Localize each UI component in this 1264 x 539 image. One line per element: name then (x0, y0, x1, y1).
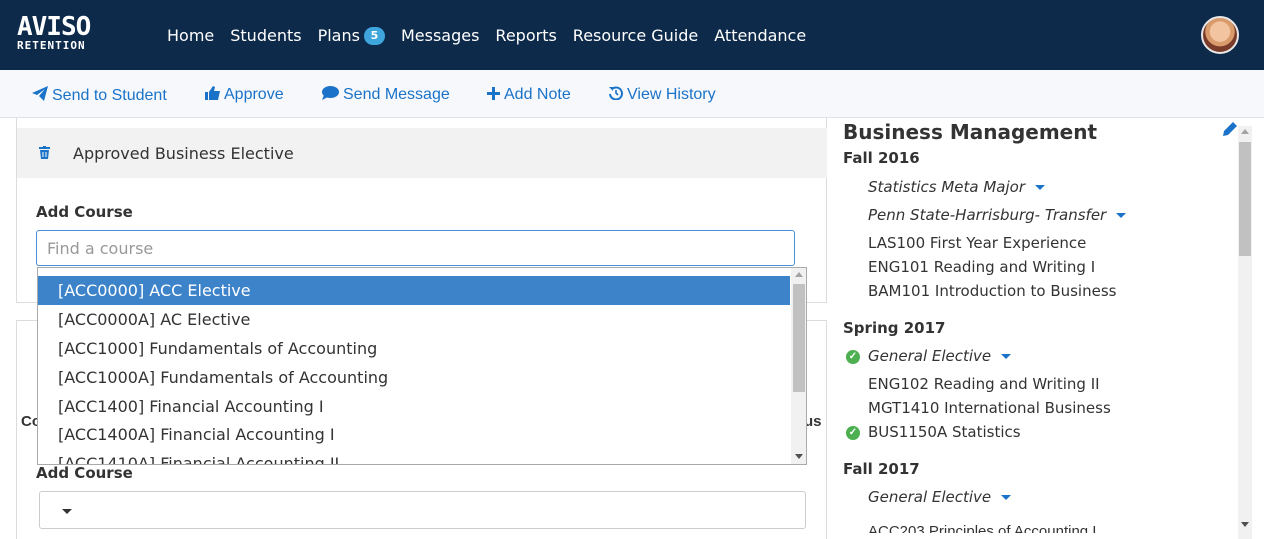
plan-item-general-elective[interactable]: General Elective (868, 347, 1012, 365)
scroll-down-icon[interactable] (795, 454, 803, 459)
main-nav: Home Students Plans 5 Messages Reports Re… (167, 26, 822, 45)
nav-plans[interactable]: Plans 5 (318, 26, 385, 45)
course-dropdown: [ACC0000] ACC Elective [ACC0000A] AC Ele… (37, 267, 807, 465)
term-heading: Spring 2017 (843, 319, 946, 337)
plan-item: MGT1410 International Business (868, 399, 1111, 417)
approve-button[interactable]: Approve (205, 86, 284, 104)
course-search-input[interactable]: Find a course (36, 230, 795, 266)
check-circle-icon: ✓ (846, 350, 860, 364)
plan-item-label: General Elective (868, 488, 992, 506)
trash-icon[interactable] (39, 146, 52, 160)
plan-item-meta-major[interactable]: Statistics Meta Major (868, 178, 1045, 196)
thumbs-up-icon (205, 86, 220, 104)
approve-label: Approve (224, 86, 284, 103)
add-course-select[interactable] (39, 491, 806, 529)
dropdown-option[interactable]: [ACC0000] ACC Elective (38, 276, 790, 305)
plan-item-general-elective-2[interactable]: General Elective (868, 488, 1012, 506)
scroll-down-icon[interactable] (1241, 522, 1249, 527)
dropdown-option[interactable]: [ACC1400] Financial Accounting I (38, 392, 790, 421)
history-icon (609, 86, 623, 104)
plan-item: BUS1150A Statistics (868, 423, 1021, 441)
plan-item-label: General Elective (868, 347, 992, 365)
dropdown-option[interactable]: [ACC0000A] AC Elective (38, 305, 790, 334)
dropdown-scrollbar[interactable] (791, 268, 806, 464)
caret-down-icon[interactable] (1001, 354, 1012, 359)
add-course-label-2: Add Course (36, 464, 133, 482)
paper-plane-icon (32, 86, 48, 105)
top-navbar: AVISO RETENTION Home Students Plans 5 Mes… (0, 0, 1264, 70)
add-course-label: Add Course (36, 203, 133, 221)
term-heading: Fall 2017 (843, 460, 920, 478)
nav-plans-label: Plans (317, 26, 360, 45)
plans-count-badge: 5 (363, 26, 385, 45)
plan-item: LAS100 First Year Experience (868, 234, 1087, 252)
plus-icon (487, 86, 500, 104)
nav-home[interactable]: Home (167, 26, 214, 45)
scroll-up-icon[interactable] (795, 272, 803, 277)
scroll-up-icon[interactable] (1241, 129, 1249, 134)
send-to-student-label: Send to Student (52, 86, 167, 104)
check-circle-icon: ✓ (846, 426, 860, 440)
plan-item: ENG102 Reading and Writing II (868, 375, 1100, 393)
plan-item: BAM101 Introduction to Business (868, 282, 1117, 300)
send-message-label: Send Message (343, 86, 450, 103)
dropdown-option[interactable]: [ACC1000] Fundamentals of Accounting (38, 334, 790, 363)
nav-messages[interactable]: Messages (401, 26, 479, 45)
course-row: Approved Business Elective (17, 128, 827, 178)
dropdown-option[interactable]: [ACC1410A] Financial Accounting II (38, 449, 790, 464)
dropdown-option[interactable]: [ACC1400A] Financial Accounting I (38, 420, 790, 449)
chevron-down-icon (62, 509, 72, 514)
nav-resource-guide[interactable]: Resource Guide (573, 26, 698, 45)
plan-item-label: Penn State-Harrisburg- Transfer (868, 206, 1107, 224)
pencil-icon[interactable] (1223, 122, 1237, 141)
send-to-student-button[interactable]: Send to Student (32, 86, 167, 105)
logo-line1: AVISO (17, 12, 91, 42)
plan-item-label: Statistics Meta Major (868, 178, 1025, 196)
plan-summary-panel: Business Management Fall 2016 Statistics… (828, 118, 1264, 539)
scrollbar-thumb[interactable] (1239, 142, 1251, 256)
nav-attendance[interactable]: Attendance (714, 26, 806, 45)
term-heading: Fall 2016 (843, 149, 920, 167)
dropdown-option[interactable]: [ACC1000A] Fundamentals of Accounting (38, 363, 790, 392)
course-name: Approved Business Elective (73, 143, 294, 163)
logo-line2: RETENTION (17, 39, 86, 52)
send-message-button[interactable]: Send Message (322, 86, 450, 104)
view-history-label: View History (627, 86, 716, 103)
speech-bubble-icon (322, 86, 339, 104)
nav-reports[interactable]: Reports (495, 26, 556, 45)
major-title: Business Management (843, 120, 1098, 144)
plan-item-transfer[interactable]: Penn State-Harrisburg- Transfer (868, 206, 1127, 224)
scrollbar-thumb[interactable] (793, 284, 805, 392)
user-avatar[interactable] (1201, 16, 1239, 54)
caret-down-icon[interactable] (1035, 185, 1045, 190)
view-history-button[interactable]: View History (609, 86, 716, 104)
nav-students[interactable]: Students (230, 26, 301, 45)
aviso-logo[interactable]: AVISO RETENTION (17, 12, 91, 52)
panel-scrollbar[interactable] (1238, 126, 1252, 539)
plan-item: ACC203 Principles of Accounting I (868, 523, 1097, 533)
add-note-button[interactable]: Add Note (487, 86, 571, 104)
caret-down-icon[interactable] (1001, 495, 1012, 500)
caret-down-icon[interactable] (1116, 213, 1127, 218)
plan-item: ENG101 Reading and Writing I (868, 258, 1096, 276)
action-bar: Send to Student Approve Send Message Add… (0, 70, 1264, 118)
add-note-label: Add Note (504, 86, 571, 103)
